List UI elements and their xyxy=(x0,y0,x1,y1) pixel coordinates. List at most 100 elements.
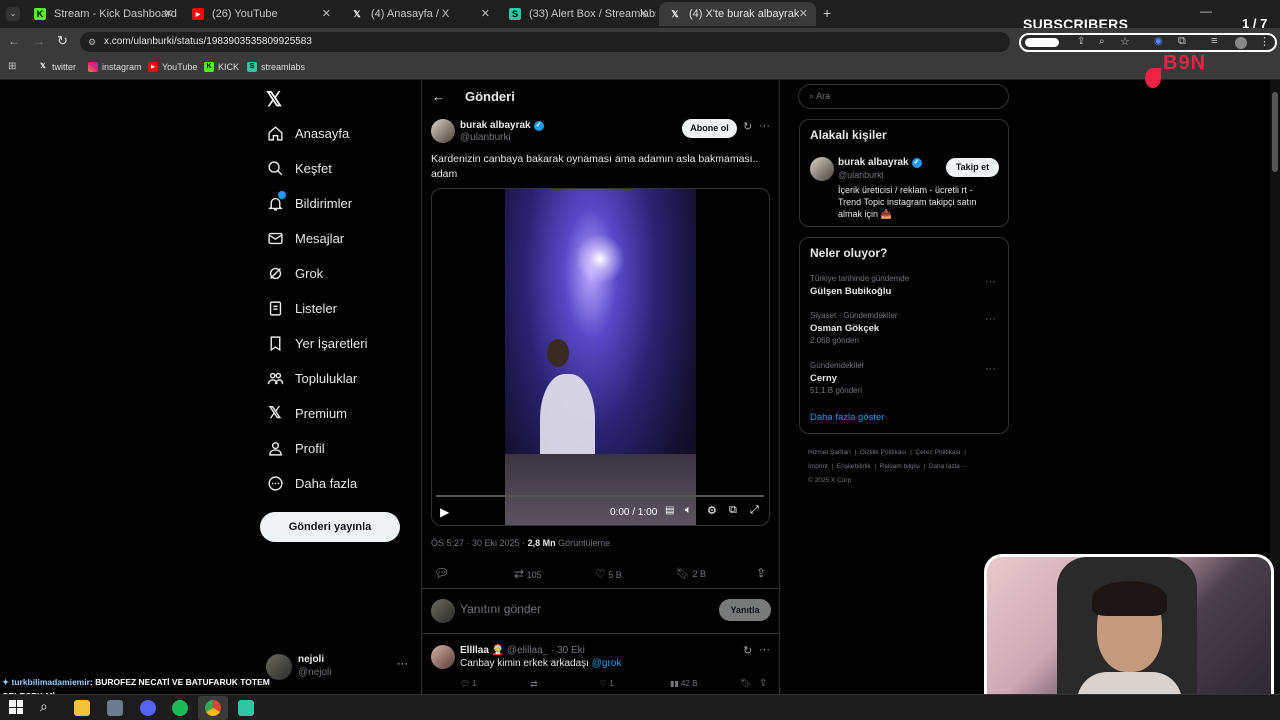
streamlabs-icon[interactable] xyxy=(238,700,254,716)
search-input[interactable]: ⌕ Ara xyxy=(798,84,1009,109)
browser-tab-x-home[interactable]: 𝕏 (4) Anasayfa / X ✕ xyxy=(341,2,498,26)
nav-explore[interactable]: Keşfet xyxy=(266,153,332,183)
play-icon[interactable]: ▶ xyxy=(440,505,449,519)
extension-icon[interactable]: ◉ xyxy=(1154,36,1163,47)
share-icon[interactable]: ⇪ xyxy=(756,566,766,580)
site-info-icon[interactable]: ⚙ xyxy=(88,32,96,52)
bookmark-action[interactable]: 🔖︎ 2 B xyxy=(676,567,706,580)
scrollbar-thumb[interactable] xyxy=(1272,92,1278,172)
author-handle[interactable]: @ulanburki xyxy=(460,132,511,143)
x-logo-icon[interactable]: 𝕏 xyxy=(266,87,282,112)
new-tab-button[interactable]: + xyxy=(823,5,831,21)
trend-item[interactable]: Siyaset · Gündemdekiler Osman Gökçek 2.0… xyxy=(800,309,1008,349)
reply-action[interactable]: 💬︎ xyxy=(434,566,449,580)
reply-stat-retweets[interactable]: ⇄ xyxy=(530,679,538,690)
puzzle-icon[interactable]: ⧉ xyxy=(1178,35,1186,48)
back-icon[interactable]: ← xyxy=(8,34,20,48)
back-arrow-icon[interactable]: ← xyxy=(432,89,445,104)
author-avatar[interactable] xyxy=(431,119,455,143)
nav-profile[interactable]: Profil xyxy=(266,433,325,463)
pip-icon[interactable]: ⧉ xyxy=(729,504,737,517)
footer-link-imprint[interactable]: İmprint xyxy=(808,463,828,470)
reply-author-handle[interactable]: @elillaa_ · 30 Eki xyxy=(507,645,585,656)
trend-more-icon[interactable]: ··· xyxy=(985,363,996,375)
show-more-link[interactable]: Daha fazla göster xyxy=(810,412,884,423)
video-progress-bar[interactable] xyxy=(436,495,764,497)
forward-icon[interactable]: → xyxy=(33,34,45,48)
close-icon[interactable]: ✕ xyxy=(639,7,648,20)
profile-avatar[interactable] xyxy=(1235,37,1247,49)
footer-link-more[interactable]: Daha fazla ··· xyxy=(929,463,968,470)
share-icon[interactable]: ⇪ xyxy=(1077,36,1085,47)
follow-button[interactable]: Takip et xyxy=(946,158,999,177)
footer-link-cookies[interactable]: Çerez Politikası xyxy=(915,449,960,456)
video-player[interactable]: ▶ 0:00 / 1:00 ▤ 🔈︎ ⚙ ⧉ ⤢ xyxy=(431,188,770,526)
extension-pill[interactable] xyxy=(1025,38,1059,47)
bookmark-twitter[interactable]: 𝕏twitter xyxy=(38,62,76,72)
nav-bookmarks[interactable]: Yer İşaretleri xyxy=(266,328,368,358)
footer-link-ads[interactable]: Reklam bilgisi xyxy=(880,463,920,470)
reply-stat-views[interactable]: ▮▮ 42 B xyxy=(670,679,698,688)
menu-icon[interactable]: ⋮ xyxy=(1259,35,1270,48)
windows-start-icon[interactable] xyxy=(9,700,23,714)
avatar[interactable] xyxy=(431,645,455,669)
apps-grid-icon[interactable]: ⊞ xyxy=(8,61,16,72)
minimize-icon[interactable]: — xyxy=(1200,4,1212,18)
trend-more-icon[interactable]: ··· xyxy=(985,313,996,325)
browser-tab-streamlabs[interactable]: S (33) Alert Box / Streamlabs ✕ xyxy=(499,2,656,26)
discord-icon[interactable] xyxy=(140,700,156,716)
browser-tab-youtube[interactable]: ▶ (26) YouTube ✕ xyxy=(182,2,339,26)
address-bar[interactable]: ⚙ x.com/ulanburki/status/198390353580992… xyxy=(80,32,1010,52)
grok-action-icon[interactable]: ↻ xyxy=(743,120,752,133)
retweet-action[interactable]: ⇄ 105 xyxy=(514,567,542,581)
volume-icon[interactable]: 🔈︎ xyxy=(685,504,692,517)
author-name[interactable]: burak albayrak ✓ xyxy=(460,120,544,131)
avatar[interactable] xyxy=(810,157,834,181)
tab-search-chevron-icon[interactable]: ⌄ xyxy=(6,7,20,21)
settings-icon[interactable]: ⚙ xyxy=(707,504,717,517)
bookmark-icon[interactable]: 🔖︎ xyxy=(740,678,751,689)
close-icon[interactable]: ✕ xyxy=(322,7,331,20)
reply-author-name[interactable]: Ellllaa xyxy=(460,645,489,656)
media-icon[interactable]: ≡ xyxy=(1211,35,1217,47)
grok-action-icon[interactable]: ↻ xyxy=(743,644,752,657)
post-more-icon[interactable]: ··· xyxy=(759,120,770,132)
browser-tab-kick[interactable]: K Stream - Kick Dashboard ✕ xyxy=(24,2,181,26)
reload-icon[interactable]: ↻ xyxy=(57,33,68,49)
chrome-icon[interactable] xyxy=(205,700,221,716)
nav-notifications[interactable]: Bildirimler xyxy=(266,188,352,218)
nav-lists[interactable]: Listeler xyxy=(266,293,337,323)
nav-home[interactable]: Anasayfa xyxy=(266,118,349,148)
bookmark-instagram[interactable]: instagram xyxy=(88,62,142,72)
footer-link-accessibility[interactable]: Erişilebilirlik xyxy=(837,463,871,470)
star-icon[interactable]: ☆ xyxy=(1120,35,1130,48)
nav-grok[interactable]: Grok xyxy=(266,258,323,288)
trend-more-icon[interactable]: ··· xyxy=(985,276,996,288)
footer-link-terms[interactable]: Hizmet Şartları xyxy=(808,449,851,456)
close-icon[interactable]: ✕ xyxy=(799,7,808,20)
footer-link-privacy[interactable]: Gizlilik Politikası xyxy=(860,449,907,456)
reply-button[interactable]: Yanıtla xyxy=(719,599,771,621)
subscribe-button[interactable]: Abone ol xyxy=(682,119,737,138)
close-icon[interactable]: ✕ xyxy=(481,7,490,20)
post-button[interactable]: Gönderi yayınla xyxy=(260,512,400,542)
nav-premium[interactable]: 𝕏 Premium xyxy=(266,398,347,428)
reply-more-icon[interactable]: ··· xyxy=(759,644,770,656)
like-action[interactable]: ♡ 5 B xyxy=(595,567,622,581)
reply-stat-replies[interactable]: 💬︎ 1 xyxy=(460,679,477,688)
browser-tab-x-status[interactable]: 𝕏 (4) X'te burak albayrak: "Kardeni ✕ xyxy=(659,2,816,26)
close-icon[interactable]: ✕ xyxy=(164,7,173,20)
search-icon[interactable]: ⌕ xyxy=(40,698,48,715)
share-icon[interactable]: ⇪ xyxy=(759,678,767,689)
bookmark-streamlabs[interactable]: Sstreamlabs xyxy=(247,62,305,72)
reply-mention[interactable]: @grok xyxy=(592,658,622,669)
nav-more[interactable]: Daha fazla xyxy=(266,468,357,498)
spotify-icon[interactable] xyxy=(172,700,188,716)
reply-input[interactable]: Yanıtını gönder xyxy=(460,602,710,616)
related-name[interactable]: burak albayrak ✓ xyxy=(838,157,922,168)
reply-stat-likes[interactable]: ♡ 1 xyxy=(600,679,614,688)
nav-communities[interactable]: Topluluklar xyxy=(266,363,357,393)
captions-icon[interactable]: ▤ xyxy=(665,505,674,516)
related-handle[interactable]: @ulanburki xyxy=(838,170,884,180)
bookmark-youtube[interactable]: ▶ YouTube xyxy=(148,62,197,72)
